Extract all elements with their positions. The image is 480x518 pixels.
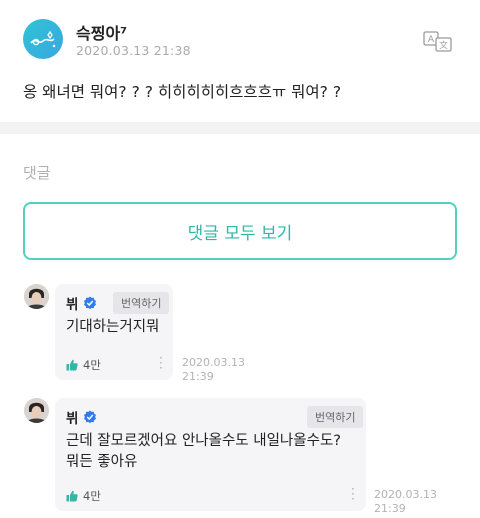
translate-icon[interactable]: A 文	[422, 30, 456, 52]
comment-bubble: 뷔 번역하기 기대하는거지뭐 4만 · · ·	[55, 284, 173, 380]
comment-date: 2020.03.13	[182, 356, 245, 369]
commenter-name-row: 뷔	[66, 293, 97, 313]
commenter-name[interactable]: 뷔	[66, 293, 78, 313]
section-divider	[0, 122, 480, 134]
view-all-comments-button[interactable]: 댓글 모두 보기	[23, 202, 457, 260]
comment-timestamp: 2020.03.13 21:39	[374, 488, 437, 516]
commenter-name-row: 뷔	[66, 407, 97, 427]
comment-like-count: 4만	[83, 489, 101, 503]
comment-like-count: 4만	[83, 358, 101, 372]
comment-translate-button[interactable]: 번역하기	[307, 406, 364, 428]
author-avatar[interactable]	[23, 19, 63, 59]
comment-date: 2020.03.13	[374, 488, 437, 501]
post-timestamp: 2020.03.13 21:38	[76, 43, 191, 58]
svg-text:A: A	[428, 35, 435, 45]
thumbs-up-icon	[66, 490, 78, 502]
verified-badge-icon	[84, 410, 97, 424]
person-photo-icon	[24, 284, 49, 309]
more-options-icon[interactable]: · · ·	[351, 483, 355, 505]
comment-like-button[interactable]: 4만	[66, 488, 101, 504]
comment-like-button[interactable]: 4만	[66, 357, 101, 373]
comment-text-line: 근데 잘모르겠어요 안나올수도 내일나올수도?	[66, 433, 341, 449]
comment-bubble: 뷔 번역하기 근데 잘모르겠어요 안나올수도 내일나올수도? 뭐든 좋아유 4만…	[55, 398, 366, 511]
avatar-logo-icon	[30, 30, 56, 48]
comment-time: 21:39	[182, 370, 214, 383]
comment-time: 21:39	[374, 502, 406, 515]
comment-text-line: 뭐든 좋아유	[66, 454, 138, 470]
commenter-name[interactable]: 뷔	[66, 407, 78, 427]
commenter-avatar[interactable]	[24, 398, 49, 423]
more-options-icon[interactable]: · · ·	[159, 352, 163, 374]
comment-translate-button[interactable]: 번역하기	[113, 292, 170, 314]
person-photo-icon	[24, 398, 49, 423]
comment-text-line: 기대하는거지뭐	[66, 319, 160, 335]
post-author-name[interactable]: 슥찡아⁷	[76, 20, 127, 44]
commenter-avatar[interactable]	[24, 284, 49, 309]
verified-badge-icon	[84, 296, 97, 310]
svg-text:文: 文	[439, 40, 448, 51]
thumbs-up-icon	[66, 359, 78, 371]
comments-section-label: 댓글	[23, 164, 51, 182]
post-body-text: 옹 왜녀면 뭐여? ? ? 히히히히히흐흐흐ㅠ 뭐여? ?	[23, 83, 342, 101]
post: 슥찡아⁷ 2020.03.13 21:38 A 文 옹 왜녀면 뭐여? ? ? …	[0, 0, 480, 122]
comment-timestamp: 2020.03.13 21:39	[182, 356, 245, 384]
